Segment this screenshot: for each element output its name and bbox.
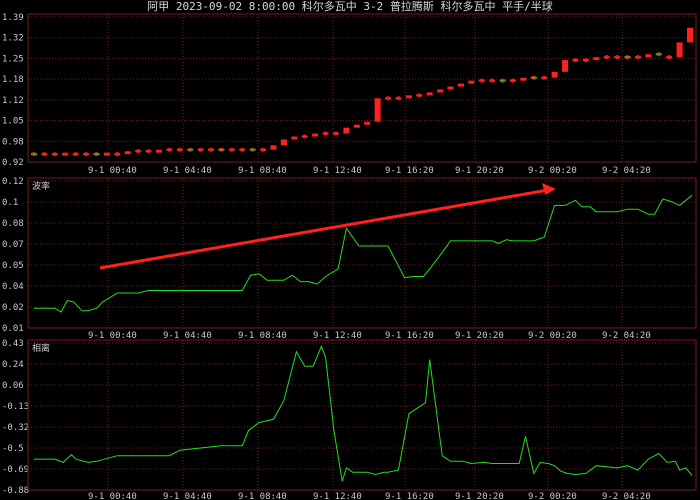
candle [687,27,693,43]
candle [447,86,454,90]
panel-label: 波率 [32,180,50,192]
panel-label: 相离 [32,342,50,354]
series-line [34,344,693,482]
x-tick-label: 9-2 00:20 [528,166,577,176]
trend-arrow-head [542,183,556,195]
candle [364,121,371,125]
candle [437,89,444,93]
y-tick-label: 1.32 [2,34,24,44]
series-line [34,194,693,313]
y-tick-label: 0.06 [2,381,24,391]
x-tick-label: 9-1 12:40 [313,492,362,500]
chart-canvas: 0.92 0.98 1.05 1.12 1.18 1.25 1.32 1.39 9-1 00:4… [2,13,697,500]
x-tick-label: 9-1 04:40 [163,166,212,176]
candle [103,152,110,156]
y-tick-label: 0.92 [2,158,24,168]
x-tick-label: 9-1 00:40 [88,492,137,500]
x-tick-label: 9-1 00:40 [88,166,137,176]
x-tick-label: 9-1 04:40 [163,492,212,500]
divergence-panel: -0.88 -0.69 -0.5 -0.32 -0.13 0.06 0.24 0.43 9-1 … [2,339,697,500]
candle [593,57,600,61]
candle [343,127,350,134]
candle [426,92,433,96]
rate-panel: 0.010.020.040.050.070.080.10.129-1 00:40… [2,177,697,341]
candle [520,77,527,81]
y-tick-label: 0.1 [2,198,18,208]
candle [124,151,131,155]
y-tick-label: 1.39 [2,13,24,23]
trend-arrow [99,183,556,270]
candle [645,54,652,58]
candle [405,95,412,99]
y-tick-label: -0.5 [2,444,24,454]
candle [280,139,287,146]
y-tick-label: -0.69 [2,465,29,475]
x-tick-label: 9-1 16:20 [385,166,434,176]
y-tick-label: 0.07 [2,240,24,250]
candle [374,98,381,122]
candle [676,42,683,58]
candle [562,60,569,72]
candle [291,136,298,140]
y-tick-label: 0.05 [2,261,24,271]
x-tick-label: 9-1 08:40 [238,492,287,500]
y-tick-label: 0.98 [2,137,24,147]
panel-frame [27,13,697,163]
y-tick-label: 1.05 [2,117,24,127]
y-tick-label: 1.25 [2,54,24,64]
x-tick-label: 9-1 16:20 [385,492,434,500]
x-tick-label: 9-1 12:40 [313,166,362,176]
candle [551,71,558,78]
y-tick-label: -0.88 [2,486,29,496]
x-tick-label: 9-1 08:40 [238,166,287,176]
panel-frame [27,177,697,329]
candle [312,133,319,137]
y-tick-label: 0.12 [2,177,24,187]
y-tick-label: 0.02 [2,303,24,313]
candle [270,145,277,150]
y-tick-label: 0.08 [2,219,24,229]
candle [353,124,360,128]
x-tick-label: 9-2 00:20 [528,492,577,500]
y-tick-label: 1.12 [2,96,24,106]
y-tick-label: 1.18 [2,75,24,85]
candle [468,80,475,84]
y-tick-label: 0.04 [2,282,24,292]
y-tick-label: 0.24 [2,360,24,370]
panel-frame [27,339,697,491]
x-tick-label: 9-1 20:20 [455,492,504,500]
x-tick-label: 9-1 20:20 [455,166,504,176]
y-tick-label: -0.13 [2,402,29,412]
x-tick-label: 9-2 04:20 [602,492,651,500]
candle [62,152,69,156]
x-tick-label: 9-2 04:20 [602,166,651,176]
trend-arrow-line [99,188,549,270]
y-tick-label: 0.43 [2,339,24,349]
candle [155,149,162,153]
price-panel: 0.92 0.98 1.05 1.12 1.18 1.25 1.32 1.39 9-1 00:4… [2,13,697,176]
y-tick-label: -0.32 [2,423,29,433]
candle [457,83,464,87]
y-tick-label: 0.01 [2,324,24,334]
